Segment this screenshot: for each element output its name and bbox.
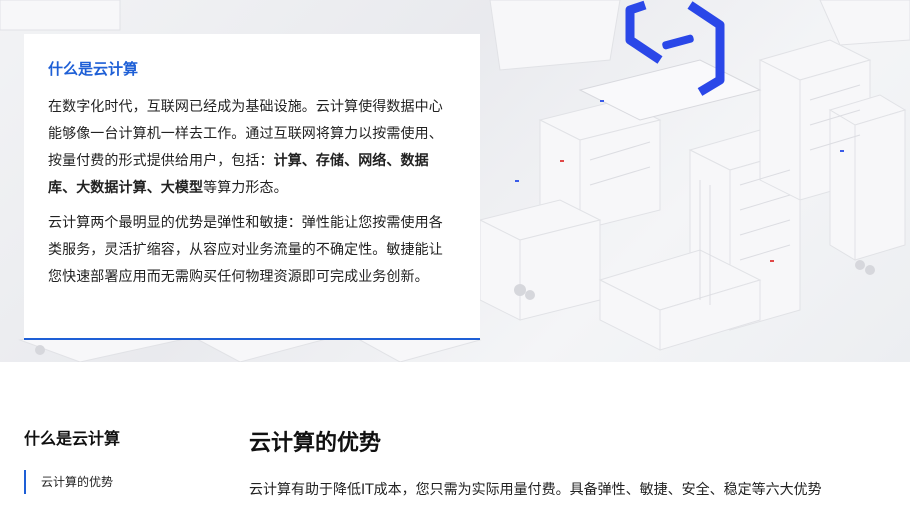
intro-title: 什么是云计算 bbox=[48, 60, 139, 78]
intro-card: 什么是云计算 在数字化时代，互联网已经成为基础设施。云计算使得数据中心能够像一台… bbox=[24, 34, 480, 340]
intro-paragraph-1: 在数字化时代，互联网已经成为基础设施。云计算使得数据中心能够像一台计算机一样去工… bbox=[48, 94, 456, 202]
sidebar-item-advantages[interactable]: 云计算的优势 bbox=[24, 470, 204, 494]
main-content: 云计算的优势 云计算有助于降低IT成本，您只需为实际用量付费。具备弹性、敏捷、安… bbox=[249, 428, 909, 498]
sidebar-title: 什么是云计算 bbox=[24, 429, 121, 448]
intro-paragraph-1-tail: 等算力形态。 bbox=[203, 180, 288, 196]
intro-paragraph-2: 云计算两个最明显的优势是弹性和敏捷：弹性能让您按需使用各类服务，灵活扩缩容，从容… bbox=[48, 215, 443, 285]
section-paragraph: 云计算有助于降低IT成本，您只需为实际用量付费。具备弹性、敏捷、安全、稳定等六大… bbox=[249, 482, 822, 498]
sidebar-nav: 什么是云计算 云计算的优势 bbox=[24, 428, 224, 494]
section-title: 云计算的优势 bbox=[249, 431, 382, 456]
hero-banner: 什么是云计算 在数字化时代，互联网已经成为基础设施。云计算使得数据中心能够像一台… bbox=[0, 0, 910, 362]
